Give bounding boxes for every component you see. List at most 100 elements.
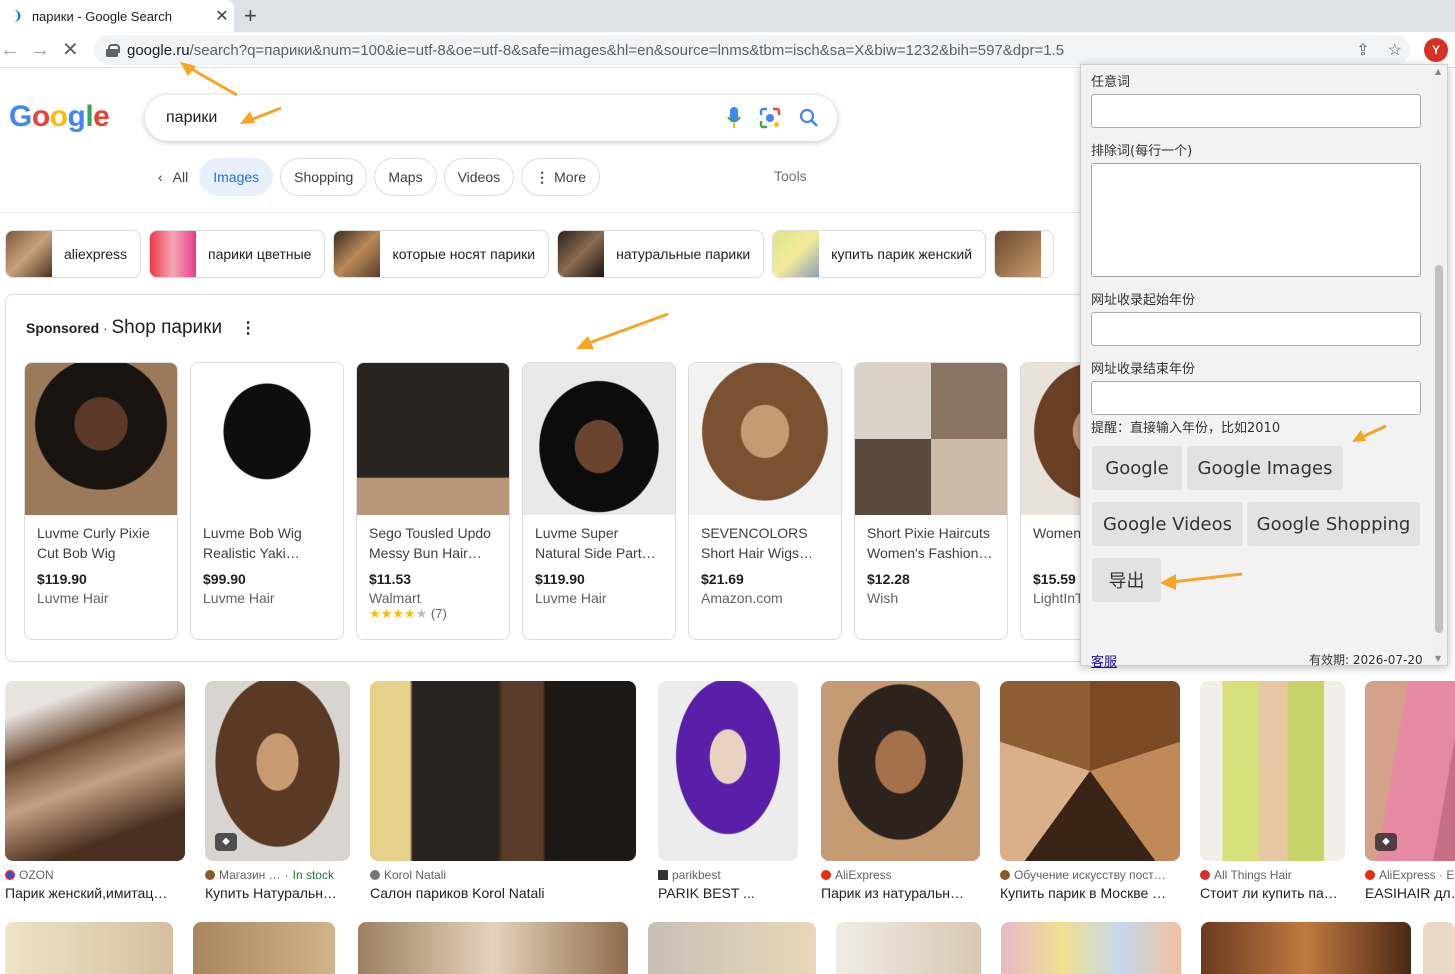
search-box[interactable]: парики	[145, 95, 837, 141]
result-caption: PARIK BEST ...	[658, 885, 755, 901]
image-result[interactable]: parikbest PARIK BEST ...	[658, 681, 798, 901]
result-source: OZON	[19, 868, 54, 882]
source-favicon	[1365, 870, 1375, 880]
rating-stars: ★★★★★ (7)	[369, 606, 447, 621]
product-image	[523, 363, 675, 515]
result-image	[821, 681, 980, 861]
result-caption: Салон париков Korol Natali	[370, 885, 545, 901]
image-results-row-2	[5, 922, 1455, 974]
related-chip[interactable]: aliexpress	[5, 230, 142, 278]
forward-icon[interactable]: →	[30, 40, 50, 60]
start-year-label: 网址收录起始年份	[1091, 293, 1196, 308]
image-result[interactable]	[193, 922, 335, 974]
image-result[interactable]: ◆ Магазин … · In stock Купить Натуральн…	[205, 681, 350, 901]
tab-strip: ❩ парики - Google Search ✕ +	[0, 0, 1455, 32]
filter-more[interactable]: ⋮ More	[521, 158, 601, 196]
image-result[interactable]	[5, 922, 173, 974]
product-card[interactable]: Luvme Curly Pixie Cut Bob Wig Wate… $119.…	[24, 362, 178, 640]
google-button[interactable]: Google	[1092, 446, 1182, 490]
result-source: Магазин …	[219, 868, 281, 882]
product-card[interactable]: Short Pixie Haircuts Women's Fashion… $12…	[854, 362, 1008, 640]
scroll-down-icon[interactable]: ▼	[1435, 654, 1441, 663]
product-store: Luvme Hair	[203, 590, 275, 606]
any-words-input[interactable]	[1091, 94, 1421, 128]
result-caption: Парик из натуральн…	[821, 885, 964, 901]
export-button[interactable]: 导出	[1092, 558, 1161, 602]
related-chip[interactable]	[994, 230, 1055, 278]
start-year-input[interactable]	[1091, 312, 1421, 346]
star-icon[interactable]: ☆	[1388, 40, 1402, 60]
image-result[interactable]	[358, 922, 628, 974]
tag-icon: ◆	[1375, 833, 1397, 851]
address-bar[interactable]: google.ru/search?q=парики&num=100&ie=utf…	[94, 35, 1410, 65]
scrollbar-thumb[interactable]	[1435, 265, 1443, 633]
product-image	[689, 363, 841, 515]
image-result[interactable]: Обучение искусству пост… Купить парик в …	[1000, 681, 1180, 901]
image-result[interactable]: OZON Парик женский,имитац…	[5, 681, 185, 901]
active-tab[interactable]: ❩ парики - Google Search ✕	[0, 0, 234, 32]
product-card[interactable]: Sego Tousled Updo Messy Bun Hair… $11.53 W…	[356, 362, 510, 640]
review-count: (7)	[430, 606, 447, 621]
product-store: Luvme Hair	[37, 590, 109, 606]
product-store: Luvme Hair	[535, 590, 607, 606]
related-chip[interactable]: купить парик женский	[772, 230, 987, 278]
related-thumbnail	[334, 231, 381, 277]
product-price: $119.90	[535, 571, 585, 587]
related-chip[interactable]: парики цветные	[149, 230, 326, 278]
image-result[interactable]	[1423, 922, 1455, 974]
product-card[interactable]: Luvme Bob Wig Realistic Yaki… $99.90 Luvme…	[190, 362, 344, 640]
result-caption: Купить Натуральн…	[205, 885, 337, 901]
result-image	[5, 681, 185, 861]
filter-shopping[interactable]: Shopping	[280, 158, 368, 196]
filter-images[interactable]: Images	[199, 158, 274, 196]
search-icon[interactable]	[799, 108, 819, 128]
new-tab-button[interactable]: +	[244, 3, 257, 29]
related-chip[interactable]: которые носят парики	[333, 230, 550, 278]
end-year-input[interactable]	[1091, 381, 1421, 415]
more-dots-icon[interactable]: ⋮	[240, 318, 256, 338]
popup-scrollbar[interactable]: ▲ ▼	[1433, 65, 1445, 665]
close-tab-icon[interactable]: ✕	[210, 6, 234, 26]
back-icon[interactable]: ←	[0, 40, 20, 60]
tab-title: парики - Google Search	[32, 8, 172, 24]
image-result[interactable]	[1201, 922, 1411, 974]
related-thumbnail	[773, 231, 820, 277]
lens-icon[interactable]	[759, 107, 781, 129]
image-result[interactable]	[836, 922, 981, 974]
scroll-up-icon[interactable]: ▲	[1435, 67, 1441, 76]
exclude-words-textarea[interactable]	[1091, 163, 1421, 277]
google-images-button[interactable]: Google Images	[1187, 446, 1343, 490]
image-result[interactable]: ◆ AliExpress · E EASIHAIR дл…	[1365, 681, 1455, 901]
lock-icon[interactable]	[106, 43, 120, 57]
related-chip[interactable]: натуральные парики	[557, 230, 765, 278]
image-result[interactable]	[648, 922, 816, 974]
image-result[interactable]: Korol Natali Салон париков Korol Natali	[370, 681, 636, 901]
any-words-label: 任意词	[1091, 75, 1131, 90]
product-name: Short Pixie Haircuts Women's Fashion…	[867, 525, 993, 561]
image-result[interactable]: All Things Hair Стоит ли купить па…	[1200, 681, 1345, 901]
filter-all[interactable]: ‹ All	[158, 158, 192, 196]
product-card[interactable]: SEVENCOLORS Short Hair Wigs… $21.69 Amazon…	[688, 362, 842, 640]
mic-icon[interactable]	[727, 107, 741, 129]
support-link[interactable]: 客服	[1091, 651, 1117, 670]
stop-icon[interactable]: ✕	[62, 40, 79, 60]
google-logo[interactable]: Google	[9, 100, 110, 134]
tools-button[interactable]: Tools	[774, 168, 807, 184]
result-image	[1000, 681, 1180, 861]
sponsored-section: Sponsored · Shop парики ⋮ Luvme Curly Pix…	[5, 294, 1115, 662]
result-caption: EASIHAIR дл…	[1365, 885, 1455, 901]
filter-videos[interactable]: Videos	[443, 158, 515, 196]
image-result[interactable]: AliExpress Парик из натуральн…	[821, 681, 980, 901]
product-card[interactable]: Luvme Super Natural Side Part… $119.90 Luv…	[522, 362, 676, 640]
google-shopping-button[interactable]: Google Shopping	[1247, 502, 1420, 546]
related-thumbnail	[6, 231, 52, 277]
product-price: $99.90	[203, 571, 246, 587]
google-videos-button[interactable]: Google Videos	[1092, 502, 1243, 546]
search-input[interactable]: парики	[166, 109, 217, 127]
search-filters: ‹ All Images Shopping Maps Videos ⋮ More	[158, 158, 601, 196]
image-result[interactable]	[1001, 922, 1181, 974]
result-caption: Купить парик в Москве …	[1000, 885, 1167, 901]
filter-maps[interactable]: Maps	[374, 158, 437, 196]
extension-avatar[interactable]: Y	[1424, 38, 1448, 62]
share-icon[interactable]: ⇪	[1356, 40, 1369, 60]
